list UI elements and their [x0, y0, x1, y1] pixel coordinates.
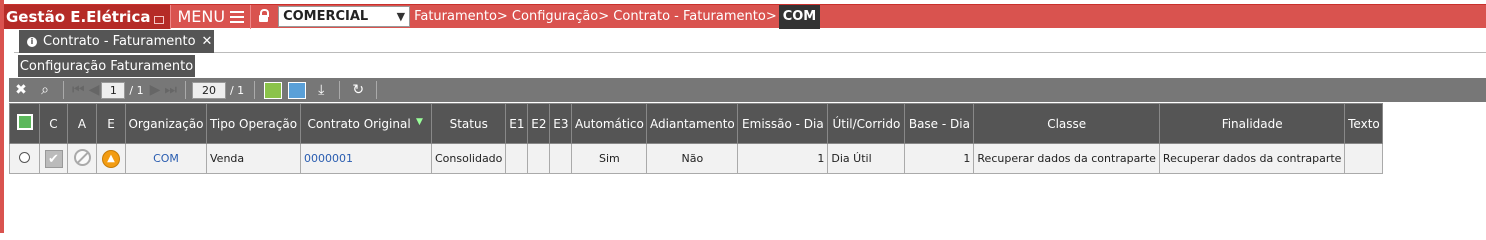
header-c[interactable]: C: [39, 103, 68, 144]
menu-button[interactable]: MENU: [170, 4, 250, 29]
header-contrato-original-label: Contrato Original: [307, 116, 411, 131]
app-frame: Gestão E.Elétrica MENU COMERCIAL ▼ Fatur…: [0, 0, 1486, 233]
cell-emissao-dia: 1: [737, 143, 829, 174]
page-number-input[interactable]: 1: [101, 81, 126, 99]
toolbar-divider: [376, 81, 378, 99]
table-row[interactable]: ✔ ▲ COM Venda 0000001 Consolidado Sim Nã…: [9, 143, 1384, 174]
grid-header-row: C A E Organização Tipo Operação Contrato…: [9, 103, 1384, 144]
toolbar-divider: [254, 81, 256, 99]
column-chooser-icon[interactable]: [16, 114, 33, 130]
header-e3[interactable]: E3: [549, 103, 573, 144]
cell-util-corrido: Dia Útil: [827, 143, 906, 174]
data-grid: C A E Organização Tipo Operação Contrato…: [9, 103, 1384, 174]
cell-status: Consolidado: [430, 143, 507, 174]
export-icon[interactable]: [288, 81, 307, 99]
lock-icon: [259, 9, 270, 22]
checkmark-icon[interactable]: ✔: [44, 149, 63, 168]
cell-e2: [527, 143, 551, 174]
header-automatico[interactable]: Automático: [571, 103, 648, 144]
filter-icon[interactable]: ▼: [414, 117, 424, 127]
cell-finalidade: Recuperar dados da contraparte: [1158, 143, 1346, 174]
header-base-dia[interactable]: Base - Dia: [904, 103, 975, 144]
row-cancel-cell[interactable]: [67, 143, 97, 174]
app-title-label: Gestão E.Elétrica: [6, 7, 151, 26]
column-selector-header[interactable]: [9, 103, 40, 144]
header-contrato-original[interactable]: Contrato Original ▼: [300, 103, 432, 144]
hamburger-icon: [230, 10, 245, 23]
tab-label: Contrato - Faturamento: [43, 34, 196, 49]
forbidden-icon[interactable]: [73, 148, 91, 166]
toolbar-divider: [184, 81, 186, 99]
cell-contrato-original[interactable]: 0000001: [300, 143, 432, 174]
header-adiantamento[interactable]: Adiantamento: [646, 103, 739, 144]
cell-automatico: Sim: [571, 143, 648, 174]
chevron-down-icon: ▼: [396, 10, 406, 23]
page-total: / 1: [129, 83, 144, 97]
toolbar-divider: [63, 81, 64, 99]
grid-toolbar: ✖ ⌕ ⏮ ◀ 1 / 1 ▶ ⏭ 20 / 1 ⤓ ↻: [9, 78, 1486, 102]
cell-e3: [549, 143, 573, 174]
header-tipo-operacao[interactable]: Tipo Operação: [206, 103, 301, 144]
refresh-icon[interactable]: ↻: [346, 79, 370, 101]
row-select-cell[interactable]: [9, 143, 40, 174]
breadcrumb-current: COM: [778, 4, 821, 29]
app-title[interactable]: Gestão E.Elétrica: [4, 4, 171, 29]
page-size-input[interactable]: 20: [191, 81, 226, 99]
top-bar: Gestão E.Elétrica MENU COMERCIAL ▼ Fatur…: [4, 4, 1486, 29]
header-status[interactable]: Status: [430, 103, 507, 144]
breadcrumb: Faturamento> Configuração> Contrato - Fa…: [414, 4, 821, 29]
row-radio[interactable]: [19, 151, 30, 163]
cell-classe: Recuperar dados da contraparte: [973, 143, 1160, 174]
header-texto[interactable]: Texto: [1344, 103, 1384, 144]
header-finalidade[interactable]: Finalidade: [1158, 103, 1346, 144]
header-e1[interactable]: E1: [505, 103, 529, 144]
cell-base-dia: 1: [904, 143, 975, 174]
header-e[interactable]: E: [96, 103, 126, 144]
cell-adiantamento: Não: [646, 143, 739, 174]
collapse-up-icon[interactable]: ▲: [102, 149, 120, 168]
cell-organizacao[interactable]: COM: [125, 143, 207, 174]
tab-configuracao-faturamento[interactable]: Configuração Faturamento: [18, 55, 195, 77]
close-icon[interactable]: ✕: [202, 34, 213, 49]
header-organizacao[interactable]: Organização: [125, 103, 207, 144]
first-page-icon[interactable]: ⏮: [70, 82, 87, 98]
menu-label: MENU: [177, 7, 226, 26]
import-icon[interactable]: [264, 81, 283, 99]
document-tab-strip: i Contrato - Faturamento ✕: [14, 30, 1486, 53]
last-page-icon[interactable]: ⏭: [162, 82, 179, 98]
window-icon: [154, 15, 165, 24]
header-e2[interactable]: E2: [527, 103, 551, 144]
lock-button[interactable]: [250, 4, 276, 29]
cell-texto: [1344, 143, 1384, 174]
info-icon: i: [27, 36, 37, 47]
header-util-corrido[interactable]: Útil/Corrido: [827, 103, 906, 144]
prev-page-icon[interactable]: ◀: [87, 82, 102, 98]
search-icon[interactable]: ⌕: [33, 79, 57, 101]
cell-tipo-operacao: Venda: [206, 143, 301, 174]
company-select[interactable]: COMERCIAL ▼: [278, 6, 411, 27]
tab-contrato-faturamento[interactable]: i Contrato - Faturamento ✕: [19, 30, 214, 53]
row-expand-cell[interactable]: ▲: [96, 143, 126, 174]
next-page-icon[interactable]: ▶: [148, 82, 163, 98]
page-size-total: / 1: [229, 83, 245, 97]
tools-icon[interactable]: ✖: [9, 79, 33, 101]
download-icon[interactable]: ⤓: [309, 79, 333, 101]
header-a[interactable]: A: [67, 103, 97, 144]
toolbar-divider: [339, 81, 341, 99]
company-select-value: COMERCIAL: [283, 9, 369, 24]
header-emissao-dia[interactable]: Emissão - Dia: [737, 103, 829, 144]
row-check-cell[interactable]: ✔: [39, 143, 68, 174]
cell-e1: [505, 143, 529, 174]
breadcrumb-path[interactable]: Faturamento> Configuração> Contrato - Fa…: [414, 9, 777, 24]
header-classe[interactable]: Classe: [973, 103, 1160, 144]
